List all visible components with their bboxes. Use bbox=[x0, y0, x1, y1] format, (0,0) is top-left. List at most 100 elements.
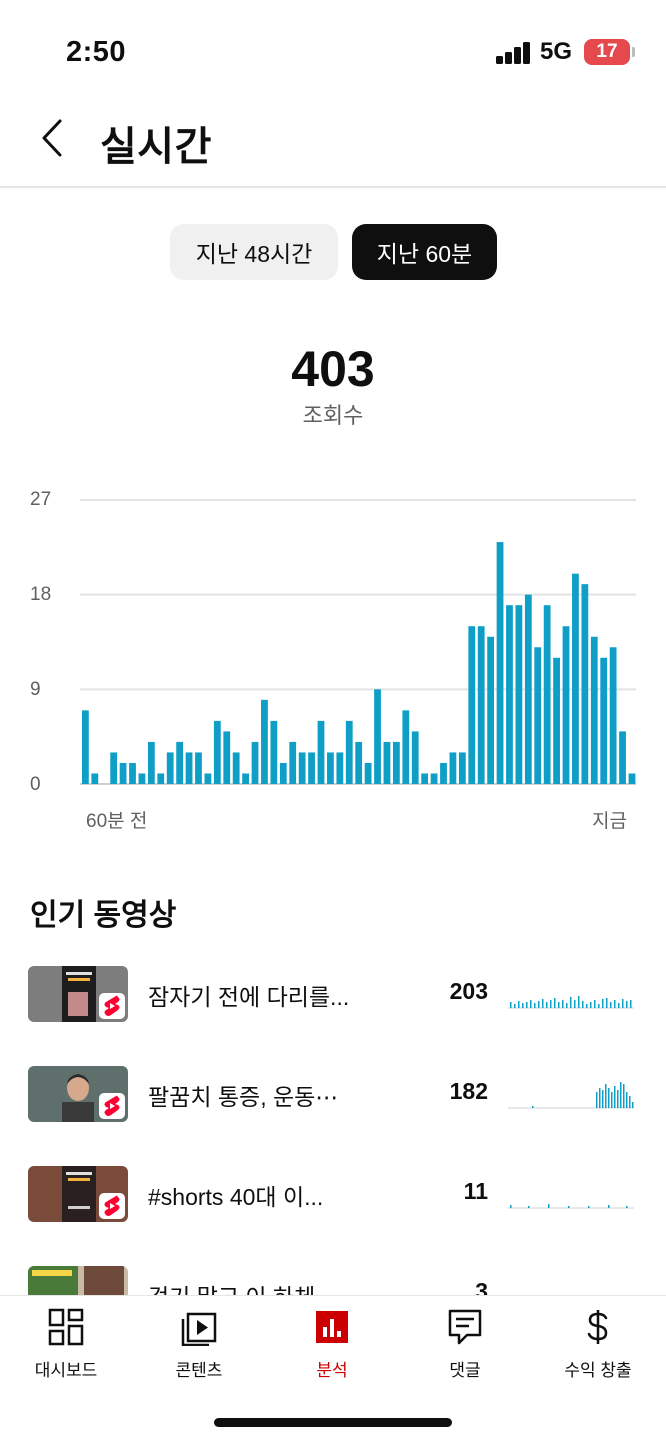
chart-bar bbox=[402, 710, 410, 784]
video-row[interactable]: 잠자기 전에 다리를... 203 bbox=[0, 966, 666, 1026]
tab-last-48-hours[interactable]: 지난 48시간 bbox=[170, 224, 338, 280]
chart-bar bbox=[496, 542, 504, 784]
nav-label: 대시보드 bbox=[34, 1361, 98, 1380]
chart-bar bbox=[204, 773, 212, 784]
video-title: 팔꿈치 통증, 운동⋯ bbox=[148, 1084, 339, 1110]
chart-bar bbox=[515, 605, 523, 784]
battery-level: 17 bbox=[596, 41, 618, 62]
shorts-icon bbox=[99, 1093, 125, 1119]
status-time: 2:50 bbox=[66, 36, 127, 68]
chart-bar bbox=[251, 741, 259, 784]
video-view-count: 203 bbox=[449, 978, 488, 1004]
chart-bar bbox=[308, 752, 315, 784]
nav-label: 수익 창출 bbox=[564, 1361, 632, 1380]
video-sparkline bbox=[508, 1082, 634, 1109]
chart-bar bbox=[119, 762, 127, 784]
chart-bar bbox=[166, 752, 174, 784]
video-view-count: 182 bbox=[449, 1078, 488, 1104]
video-thumbnail bbox=[28, 1066, 128, 1122]
nav-dashboard[interactable]: 대시보드 bbox=[6, 1308, 126, 1381]
chart-bar bbox=[609, 647, 617, 784]
video-thumbnail bbox=[28, 1166, 128, 1222]
chart-bar bbox=[458, 752, 466, 784]
signal-icon bbox=[496, 42, 532, 64]
page-title: 실시간 bbox=[100, 125, 212, 169]
nav-label: 콘텐츠 bbox=[175, 1361, 223, 1380]
chart-bar bbox=[477, 626, 485, 784]
back-arrow-icon[interactable] bbox=[30, 116, 74, 160]
chart-bar bbox=[270, 720, 278, 784]
video-title: 잠자기 전에 다리를... bbox=[148, 984, 350, 1010]
chart-bar bbox=[345, 720, 353, 784]
home-indicator bbox=[214, 1418, 452, 1427]
monetization-icon bbox=[587, 1310, 608, 1344]
video-row[interactable]: #shorts 40대 이... 11 bbox=[0, 1166, 666, 1226]
chart-bar bbox=[572, 573, 579, 784]
chart-bar bbox=[581, 584, 589, 784]
chart-bar bbox=[195, 752, 202, 784]
chart-bar bbox=[138, 773, 146, 784]
chart-bar bbox=[553, 657, 560, 784]
chart-bar bbox=[421, 773, 429, 784]
views-total: 403 bbox=[291, 341, 375, 397]
chart-bar bbox=[506, 605, 513, 784]
y-tick-0: 0 bbox=[30, 774, 41, 795]
nav-label: 분석 bbox=[316, 1361, 348, 1380]
popular-videos-title: 인기 동영상 bbox=[30, 899, 177, 932]
nav-content[interactable]: 콘텐츠 bbox=[139, 1308, 259, 1381]
chart-bar bbox=[440, 762, 447, 784]
chart-bar bbox=[242, 773, 249, 784]
nav-monetization[interactable]: 수익 창출 bbox=[538, 1308, 658, 1381]
dashboard-icon bbox=[48, 1308, 84, 1346]
nav-comments[interactable]: 댓글 bbox=[405, 1308, 525, 1381]
video-sparkline bbox=[508, 996, 634, 1009]
views-label: 조회수 bbox=[302, 403, 364, 428]
chart-bar bbox=[619, 731, 626, 784]
chart-bar bbox=[82, 710, 89, 784]
chart-bar bbox=[392, 741, 400, 784]
nav-label: 댓글 bbox=[449, 1361, 481, 1380]
chart-bar bbox=[449, 752, 457, 784]
chart-bar bbox=[628, 773, 636, 784]
chart-bar bbox=[590, 636, 598, 784]
chart-bar bbox=[327, 752, 334, 784]
chart-bar bbox=[364, 762, 372, 784]
chart-bar bbox=[147, 741, 155, 784]
nav-analytics[interactable]: 분석 bbox=[272, 1308, 392, 1381]
chart-bar bbox=[176, 741, 184, 784]
chart-bar bbox=[91, 773, 99, 784]
chart-bar bbox=[562, 626, 570, 784]
chart-bar bbox=[411, 731, 419, 784]
video-thumbnail bbox=[28, 966, 128, 1022]
chart-bar bbox=[261, 699, 268, 784]
video-view-count: 11 bbox=[463, 1178, 488, 1204]
battery-icon: 17 bbox=[584, 39, 635, 65]
chart-bar bbox=[129, 762, 136, 784]
video-title: #shorts 40대 이... bbox=[148, 1184, 324, 1210]
status-bar: 2:50 5G 17 bbox=[0, 0, 666, 100]
tab-last-60-minutes[interactable]: 지난 60분 bbox=[352, 224, 497, 280]
chart-bar bbox=[232, 752, 240, 784]
chart-bar bbox=[336, 752, 344, 784]
chart-bar bbox=[317, 720, 325, 784]
comments-icon bbox=[448, 1309, 482, 1345]
chart-bar bbox=[374, 689, 381, 784]
bottom-nav: 대시보드 콘텐츠 분석 댓글 수익 창출 bbox=[0, 1295, 666, 1440]
chart-bar bbox=[524, 594, 532, 784]
chart-bar bbox=[600, 657, 608, 784]
chart-bar bbox=[157, 773, 165, 784]
shorts-icon bbox=[99, 1193, 125, 1219]
content-icon bbox=[181, 1312, 217, 1346]
chart-bar bbox=[383, 741, 391, 784]
page-header: 실시간 bbox=[0, 100, 666, 188]
video-row[interactable]: 팔꿈치 통증, 운동⋯ 182 bbox=[0, 1066, 666, 1126]
chart-bar bbox=[487, 636, 495, 784]
x-start-label: 60분 전 bbox=[86, 811, 148, 832]
analytics-icon bbox=[316, 1311, 348, 1343]
shorts-icon bbox=[99, 993, 125, 1019]
chart-bar bbox=[289, 741, 297, 784]
y-tick-18: 18 bbox=[30, 584, 52, 605]
network-type: 5G bbox=[540, 38, 573, 65]
chart-bar bbox=[213, 720, 221, 784]
chart-bar bbox=[534, 647, 542, 784]
